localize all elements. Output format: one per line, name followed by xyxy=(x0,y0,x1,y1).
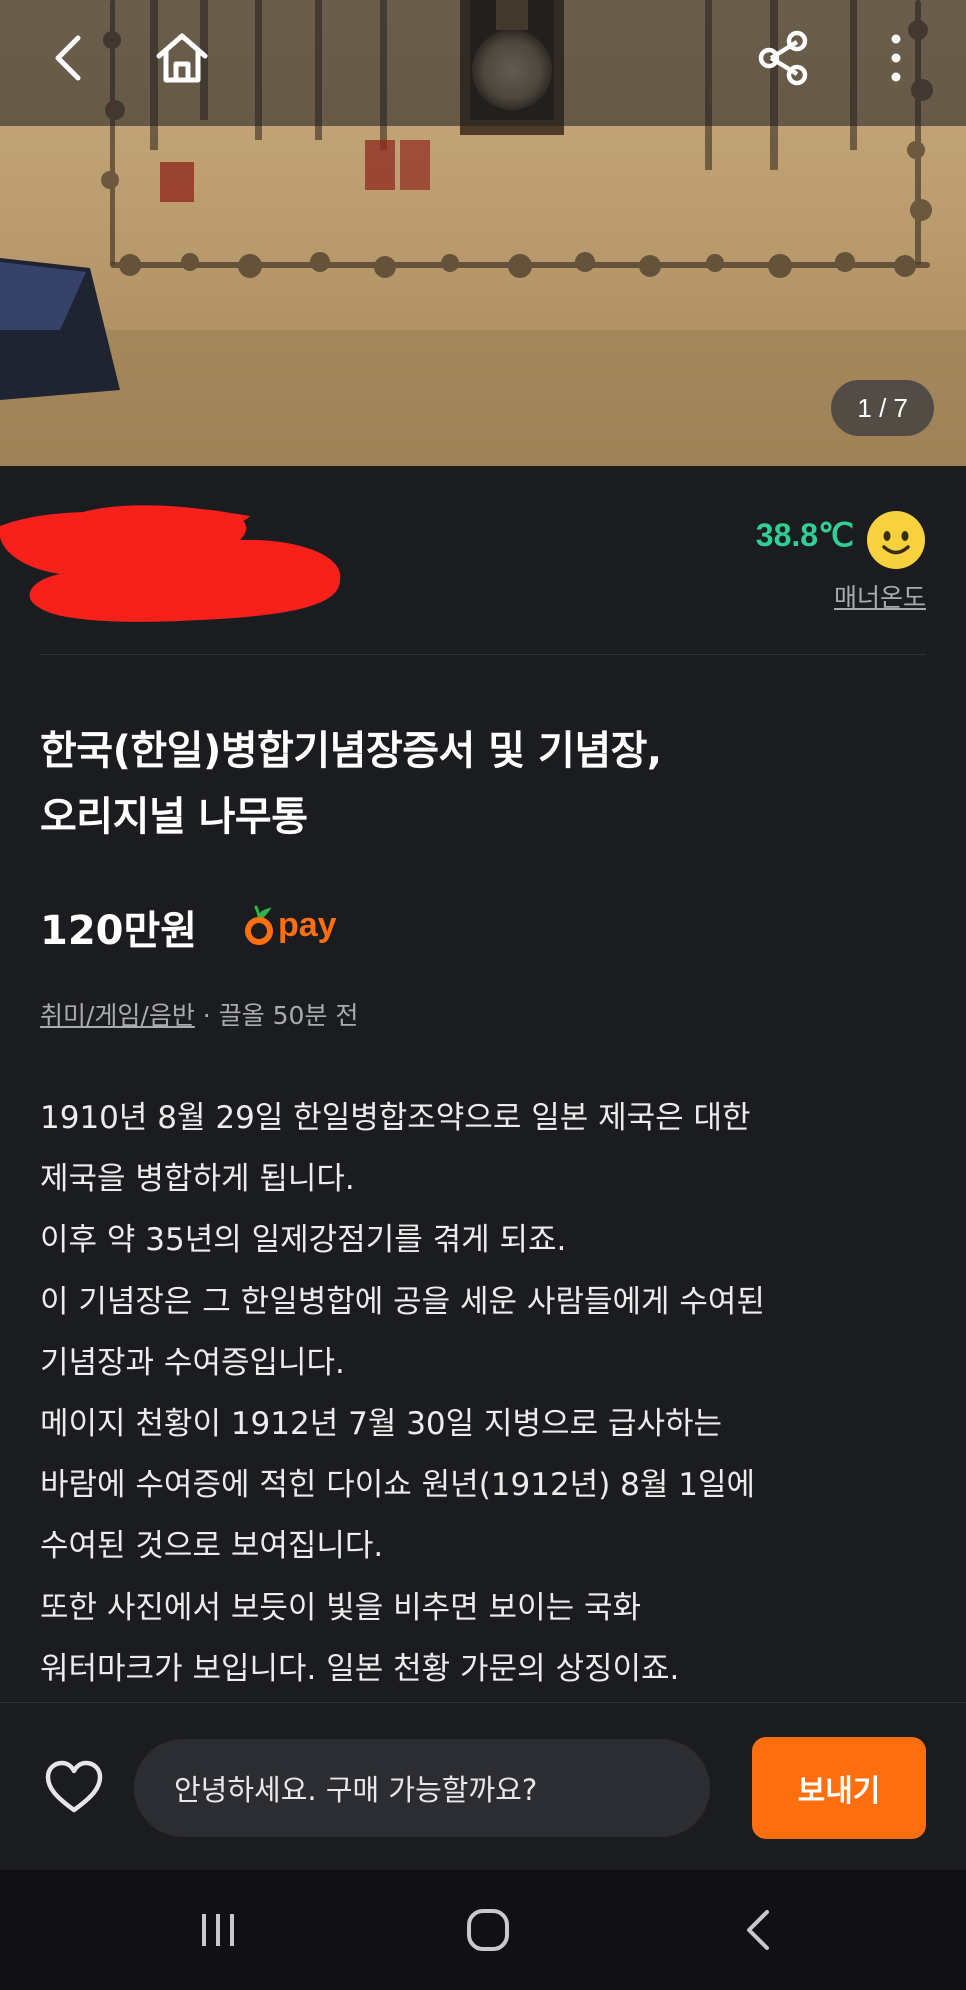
chat-message-input[interactable] xyxy=(134,1739,710,1837)
description-line: 기념장과 수여증입니다. xyxy=(40,1344,345,1381)
description-line: 이 기념장은 그 한일병합에 공을 세운 사람들에게 수여된 xyxy=(40,1283,765,1320)
category-link[interactable]: 취미/게임/음반 xyxy=(40,1001,195,1030)
home-icon xyxy=(156,33,208,83)
product-photo[interactable]: 1 / 7 xyxy=(0,0,966,466)
description-line: 1910년 8월 29일 한일병합조약으로 일본 제국은 대한 xyxy=(40,1100,751,1136)
recent-apps-icon xyxy=(202,1914,234,1946)
system-back-button[interactable] xyxy=(718,1900,798,1960)
chat-bar: 보내기 xyxy=(0,1702,966,1871)
listing-title-line: 한국(한일)병합기념장증서 및 기념장, xyxy=(40,728,662,774)
system-home-button[interactable] xyxy=(448,1900,528,1960)
more-options-button[interactable] xyxy=(860,22,932,94)
more-vertical-icon xyxy=(891,34,901,82)
listing-description: 1910년 8월 29일 한일병합조약으로 일본 제국은 대한 제국을 병합하게… xyxy=(40,1088,926,1700)
share-icon xyxy=(758,30,808,86)
pay-label: pay xyxy=(278,905,337,944)
home-circle-icon xyxy=(467,1909,509,1951)
chevron-left-icon xyxy=(55,35,81,81)
description-line: 워터마크가 보입니다. 일본 천황 가문의 상징이죠. xyxy=(40,1650,680,1687)
back-arrow-icon xyxy=(747,1910,769,1950)
redacted-seller-info xyxy=(0,505,341,622)
share-button[interactable] xyxy=(748,22,820,94)
listing-title-line: 오리지널 나무통 xyxy=(40,794,308,840)
header-overlay xyxy=(0,0,966,126)
listing-price: 120만원 xyxy=(40,908,198,954)
recent-apps-button[interactable] xyxy=(178,1900,258,1960)
description-line: 수여된 것으로 보여집니다. xyxy=(40,1528,384,1565)
description-line: 메이지 천황이 1912년 7월 30일 지병으로 급사하는 xyxy=(40,1406,723,1443)
send-button[interactable]: 보내기 xyxy=(752,1737,926,1839)
posted-time: · 끌올 50분 전 xyxy=(194,1001,359,1030)
manner-temperature: 38.8℃ xyxy=(755,517,854,553)
description-line: 또한 사진에서 보듯이 빛을 비추면 보이는 국화 xyxy=(40,1589,642,1626)
image-counter: 1 / 7 xyxy=(831,380,934,436)
listing-title: 한국(한일)병합기념장증서 및 기념장, 오리지널 나무통 xyxy=(40,718,920,850)
manner-temperature-link[interactable]: 매너온도 xyxy=(834,578,926,614)
pay-badge: pay xyxy=(244,900,337,950)
description-line: 바람에 수여증에 적힌 다이쇼 원년(1912년) 8월 1일에 xyxy=(40,1467,756,1504)
description-line: 제국을 병합하게 됩니다. xyxy=(40,1161,355,1198)
listing-meta: 취미/게임/음반 · 끌올 50분 전 xyxy=(40,996,358,1032)
description-line: 이후 약 35년의 일제강점기를 겪게 되죠. xyxy=(40,1222,567,1259)
carrot-pay-icon xyxy=(245,905,273,945)
home-button[interactable] xyxy=(146,22,218,94)
system-navigation-bar xyxy=(0,1870,966,1990)
heart-icon[interactable] xyxy=(44,1759,104,1815)
divider xyxy=(40,654,926,655)
back-button[interactable] xyxy=(32,22,104,94)
smiley-face-icon xyxy=(867,511,925,569)
